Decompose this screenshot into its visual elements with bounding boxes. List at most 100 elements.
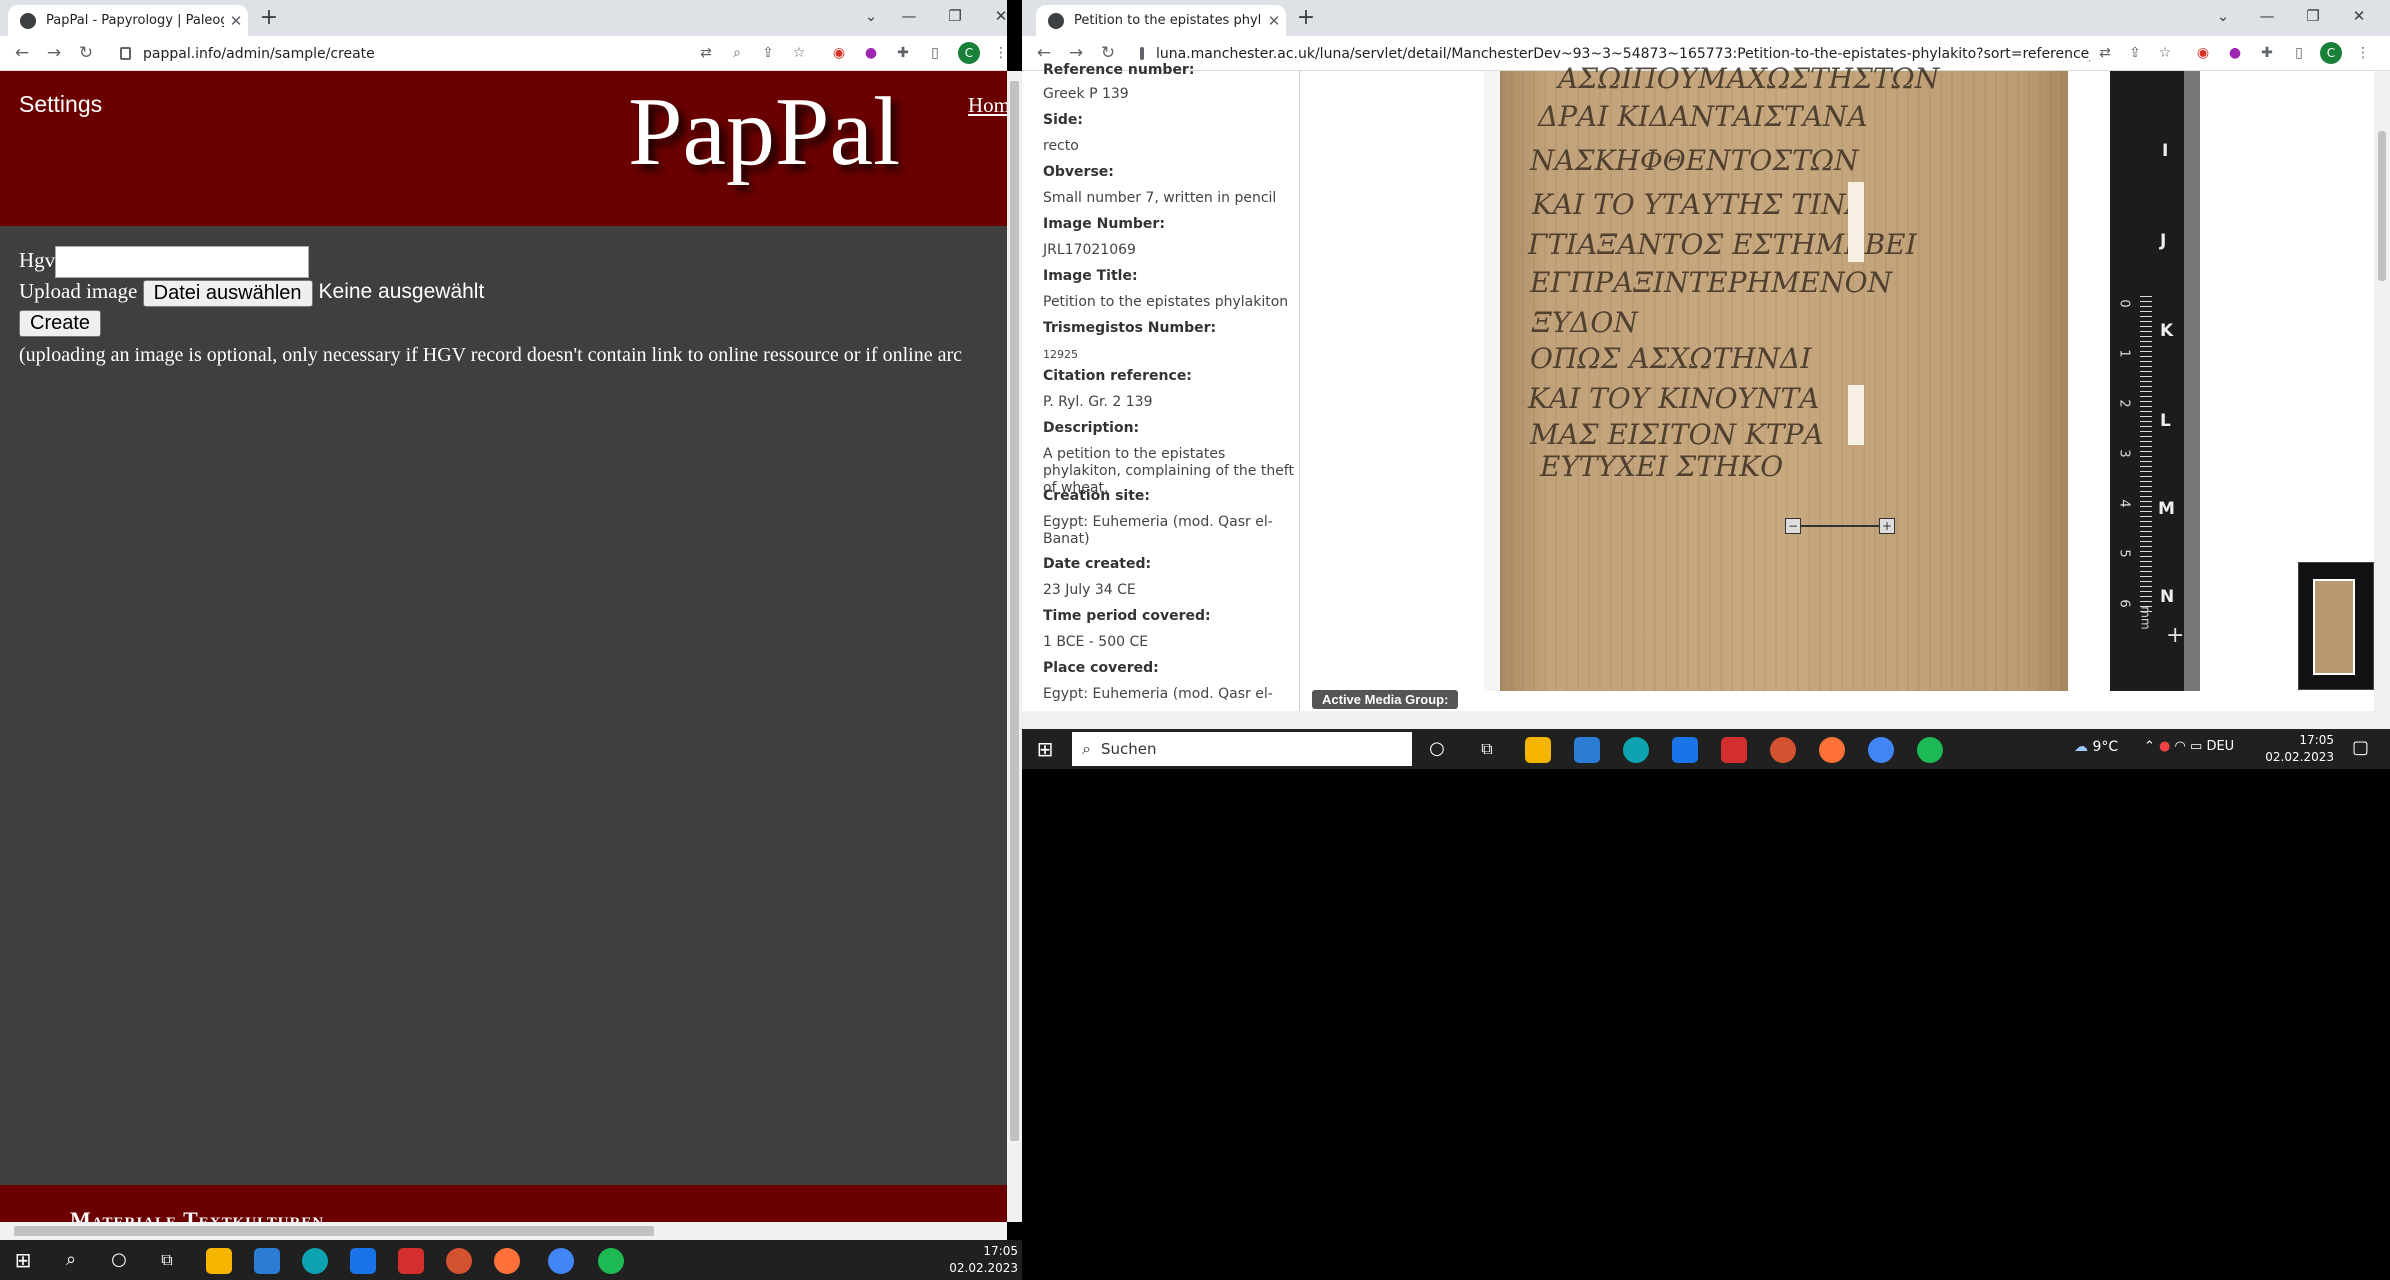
home-link[interactable]: Hom xyxy=(968,93,1007,118)
tab-luna[interactable]: Petition to the epistates phylakit ✕ xyxy=(1036,5,1286,36)
meta-label: Reference number: xyxy=(1043,62,1195,78)
address-bar[interactable]: pappal.info/admin/sample/create xyxy=(120,38,680,69)
share-icon[interactable]: ⇪ xyxy=(2124,42,2146,64)
translate-icon[interactable]: ⇄ xyxy=(695,42,717,64)
papyrus-hole xyxy=(1848,182,1864,262)
file-explorer-icon[interactable] xyxy=(206,1248,232,1274)
extension-red-icon[interactable]: ◉ xyxy=(828,42,850,64)
horizontal-scrollbar[interactable] xyxy=(0,1222,1007,1240)
extension-purple-icon[interactable]: ● xyxy=(2224,42,2246,64)
script-line: ΑΣΩΙΠΟΥΜΑΧΩΣΤΗΣΤΩΝ xyxy=(1558,62,1940,95)
profile-avatar[interactable]: C xyxy=(958,42,980,64)
extension-red-icon[interactable]: ◉ xyxy=(2192,42,2214,64)
acrobat-icon[interactable] xyxy=(1721,737,1747,763)
new-tab-button[interactable]: + xyxy=(255,4,283,32)
back-icon[interactable]: ← xyxy=(8,39,36,67)
tray-chevron-icon[interactable]: ⌃ xyxy=(2144,739,2155,754)
tab-search-icon[interactable]: ⌄ xyxy=(2200,0,2246,36)
new-tab-button[interactable]: + xyxy=(1292,4,1320,32)
zoom-control[interactable]: − + xyxy=(1785,518,1895,534)
bookmark-star-icon[interactable]: ☆ xyxy=(788,42,810,64)
cortana-icon[interactable]: ○ xyxy=(1424,736,1450,762)
close-window-icon[interactable]: ✕ xyxy=(978,0,1007,36)
bookmark-star-icon[interactable]: ☆ xyxy=(2154,42,2176,64)
pappal-logo[interactable]: PapPal xyxy=(628,76,900,188)
minimize-icon[interactable]: — xyxy=(886,0,932,36)
minimize-icon[interactable]: — xyxy=(2244,0,2290,36)
firefox-icon[interactable] xyxy=(1819,737,1845,763)
horizontal-scrollbar-right[interactable] xyxy=(1022,711,2390,729)
menu-icon[interactable]: ⋮ xyxy=(990,42,1007,64)
chrome-icon[interactable] xyxy=(548,1248,574,1274)
language-indicator[interactable]: DEU xyxy=(2206,739,2234,754)
chrome-icon[interactable] xyxy=(1868,737,1894,763)
spotify-icon[interactable] xyxy=(598,1248,624,1274)
powerpoint-icon[interactable] xyxy=(446,1248,472,1274)
menu-icon[interactable]: ⋮ xyxy=(2352,42,2374,64)
extensions-puzzle-icon[interactable]: ✚ xyxy=(2256,42,2278,64)
side-panel-icon[interactable]: ▯ xyxy=(2288,42,2310,64)
cortana-icon[interactable]: ○ xyxy=(106,1247,132,1273)
vertical-scrollbar-right[interactable] xyxy=(2374,71,2390,711)
system-tray[interactable]: ⌃ ● ◠ ▭ DEU xyxy=(2144,739,2234,754)
clock[interactable]: 17:05 02.02.2023 xyxy=(2258,732,2334,766)
scroll-thumb[interactable] xyxy=(2378,131,2386,281)
vertical-scrollbar[interactable] xyxy=(1007,71,1022,1222)
powerpoint-icon[interactable] xyxy=(1770,737,1796,763)
clock[interactable]: 17:05 02.02.2023 xyxy=(930,1243,1018,1277)
store-icon[interactable] xyxy=(1574,737,1600,763)
zoom-in-icon[interactable]: + xyxy=(1879,518,1895,534)
extension-purple-icon[interactable]: ● xyxy=(860,42,882,64)
close-window-icon[interactable]: ✕ xyxy=(2336,0,2382,36)
footer-title[interactable]: Materiale Textkulturen xyxy=(70,1207,324,1223)
store-icon[interactable] xyxy=(254,1248,280,1274)
meta-value: recto xyxy=(1043,138,1079,154)
close-tab-icon[interactable]: ✕ xyxy=(224,12,248,30)
extensions-puzzle-icon[interactable]: ✚ xyxy=(892,42,914,64)
scroll-thumb[interactable] xyxy=(1010,81,1019,1141)
active-media-group-label[interactable]: Active Media Group: xyxy=(1312,690,1459,709)
wifi-icon[interactable]: ◠ xyxy=(2175,739,2186,754)
taskbar-search-box[interactable]: ⌕ Suchen xyxy=(1072,732,1412,766)
settings-link[interactable]: Settings xyxy=(19,91,102,118)
meta-value: Small number 7, written in pencil xyxy=(1043,190,1277,206)
file-explorer-icon[interactable] xyxy=(1525,737,1551,763)
restore-icon[interactable]: ❐ xyxy=(2290,0,2336,36)
task-view-icon[interactable]: ⧉ xyxy=(154,1247,180,1273)
mail-icon[interactable] xyxy=(350,1248,376,1274)
zoom-out-icon[interactable]: − xyxy=(1785,518,1801,534)
windows-start-icon[interactable]: ⊞ xyxy=(10,1247,36,1273)
search-icon[interactable]: ⌕ xyxy=(58,1247,84,1273)
choose-file-button[interactable]: Datei auswählen xyxy=(142,279,313,307)
pappal-header: Settings PapPal Hom xyxy=(0,71,1007,226)
side-panel-icon[interactable]: ▯ xyxy=(924,42,946,64)
tab-strip: PapPal - Papyrology | Paleograph ✕ + ⌄ —… xyxy=(0,0,1007,36)
edge-icon[interactable] xyxy=(302,1248,328,1274)
close-tab-icon[interactable]: ✕ xyxy=(1262,12,1286,30)
profile-avatar[interactable]: C xyxy=(2320,42,2342,64)
create-button[interactable]: Create xyxy=(19,310,102,337)
zoom-track[interactable] xyxy=(1793,525,1889,527)
edge-icon[interactable] xyxy=(1623,737,1649,763)
firefox-icon[interactable] xyxy=(494,1248,520,1274)
restore-icon[interactable]: ❐ xyxy=(932,0,978,36)
translate-icon[interactable]: ⇄ xyxy=(2094,42,2116,64)
windows-start-icon[interactable]: ⊞ xyxy=(1032,736,1058,762)
mail-icon[interactable] xyxy=(1672,737,1698,763)
notification-icon[interactable]: ▢ xyxy=(2352,737,2369,758)
reload-icon[interactable]: ↻ xyxy=(72,39,100,67)
thumbnail-viewport[interactable] xyxy=(2313,579,2355,675)
task-view-icon[interactable]: ⧉ xyxy=(1474,736,1500,762)
tab-pappal[interactable]: PapPal - Papyrology | Paleograph ✕ xyxy=(8,5,248,36)
share-icon[interactable]: ⇪ xyxy=(757,42,779,64)
acrobat-icon[interactable] xyxy=(398,1248,424,1274)
battery-icon[interactable]: ▭ xyxy=(2190,739,2202,754)
weather-widget[interactable]: ☁ 9°C xyxy=(2074,739,2118,755)
forward-icon[interactable]: → xyxy=(40,39,68,67)
hgv-input[interactable] xyxy=(55,246,310,278)
zoom-icon[interactable]: ⌕ xyxy=(726,42,748,64)
tray-record-icon[interactable]: ● xyxy=(2159,739,2170,754)
thumbnail-navigator[interactable] xyxy=(2298,562,2374,690)
scroll-thumb[interactable] xyxy=(14,1226,654,1236)
spotify-icon[interactable] xyxy=(1917,737,1943,763)
